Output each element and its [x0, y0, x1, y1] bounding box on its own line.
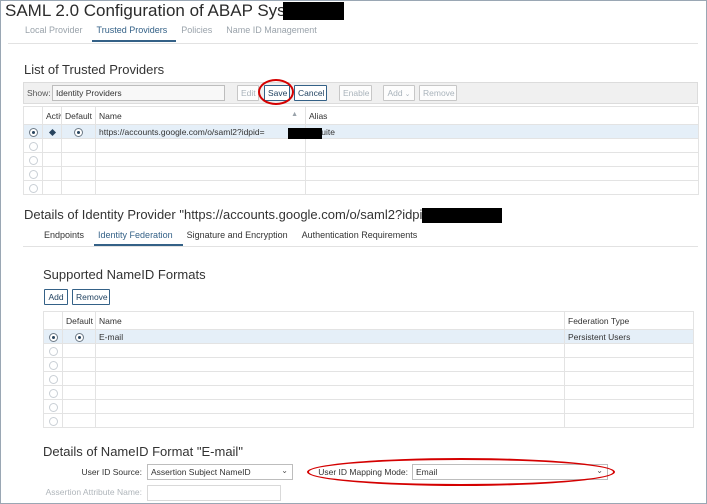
redacted-system-id — [283, 2, 344, 20]
trusted-providers-table: Active Default Name ▲ Alias https://accou… — [23, 106, 699, 195]
redacted-idpid-heading — [422, 208, 502, 223]
nameid-formats-table: Default Name Federation Type E-mail Pers… — [43, 311, 694, 428]
table-row[interactable] — [23, 138, 699, 153]
show-label: Show: — [27, 88, 51, 98]
redacted-idpid — [288, 128, 322, 139]
main-tab-bar: Local Provider Trusted Providers Policie… — [20, 22, 326, 44]
table-row[interactable] — [43, 343, 694, 358]
user-id-source-select[interactable]: Assertion Subject NameID ⌄ — [147, 464, 293, 480]
table-row[interactable] — [43, 357, 694, 372]
row-select-radio[interactable] — [28, 127, 38, 137]
nameid-formats-heading: Supported NameID Formats — [43, 267, 206, 282]
provider-alias-cell: GSuite — [305, 124, 699, 139]
page-title: SAML 2.0 Configuration of ABAP System: — [5, 1, 319, 20]
table-row[interactable] — [23, 166, 699, 181]
default-radio[interactable] — [74, 127, 83, 137]
federation-type-cell: Persistent Users — [564, 329, 694, 344]
cancel-button[interactable]: Cancel — [294, 85, 327, 101]
row-select-radio[interactable] — [28, 155, 38, 165]
row-select-radio[interactable] — [28, 141, 38, 151]
tab-signature-encryption[interactable]: Signature and Encryption — [183, 227, 298, 247]
assertion-attribute-name-label: Assertion Attribute Name: — [45, 487, 142, 497]
tab-policies[interactable]: Policies — [176, 22, 221, 44]
edit-button[interactable]: Edit — [237, 85, 259, 101]
table-row[interactable]: https://accounts.google.com/o/saml2?idpi… — [23, 124, 699, 139]
col-active[interactable]: Active — [42, 106, 62, 125]
table-row[interactable] — [43, 371, 694, 386]
table-header-row: Active Default Name ▲ Alias — [23, 106, 699, 125]
table-row[interactable] — [43, 399, 694, 414]
save-highlight-circle — [258, 79, 294, 105]
active-indicator-icon — [48, 128, 56, 136]
col-default[interactable]: Default — [62, 311, 96, 330]
nameid-add-button[interactable]: Add — [44, 289, 68, 305]
trusted-toolbar: Show: Identity Providers Edit Save Cance… — [23, 82, 698, 104]
tab-endpoints[interactable]: Endpoints — [40, 227, 94, 247]
add-label: Add — [387, 88, 403, 98]
table-row[interactable] — [23, 152, 699, 167]
tab-trusted-providers[interactable]: Trusted Providers — [91, 22, 177, 42]
detail-tab-bar: Endpoints Identity Federation Signature … — [40, 227, 427, 247]
tab-divider — [8, 43, 698, 44]
assertion-attribute-name-input[interactable] — [147, 485, 281, 501]
table-row[interactable] — [43, 413, 694, 428]
trusted-providers-heading: List of Trusted Providers — [24, 62, 165, 77]
idp-details-heading: Details of Identity Provider "https://ac… — [24, 207, 438, 222]
user-id-source-value: Assertion Subject NameID — [151, 467, 251, 477]
row-select-radio[interactable] — [48, 332, 58, 342]
row-select-radio[interactable] — [48, 388, 58, 398]
enable-button[interactable]: Enable — [339, 85, 372, 101]
tab-local-provider[interactable]: Local Provider — [20, 22, 92, 44]
nameid-format-details-heading: Details of NameID Format "E-mail" — [43, 444, 243, 459]
default-radio[interactable] — [74, 332, 84, 342]
user-id-source-label: User ID Source: — [81, 467, 142, 477]
col-alias[interactable]: Alias — [305, 106, 699, 125]
nameid-remove-button[interactable]: Remove — [72, 289, 110, 305]
row-select-radio[interactable] — [48, 402, 58, 412]
col-name-label: Name — [99, 110, 122, 121]
select-col-header — [43, 311, 63, 330]
select-col-header — [23, 106, 43, 125]
row-select-radio[interactable] — [48, 360, 58, 370]
table-row[interactable] — [23, 180, 699, 195]
tab-authentication-requirements[interactable]: Authentication Requirements — [298, 227, 428, 247]
sort-ascending-icon: ▲ — [291, 110, 298, 118]
provider-name-cell: https://accounts.google.com/o/saml2?idpi… — [95, 124, 306, 139]
show-select[interactable]: Identity Providers — [52, 85, 225, 101]
col-name[interactable]: Name — [95, 311, 565, 330]
detail-tab-divider — [23, 246, 698, 247]
row-select-radio[interactable] — [48, 346, 58, 356]
table-row[interactable] — [43, 385, 694, 400]
tab-name-id-management[interactable]: Name ID Management — [221, 22, 326, 44]
row-select-radio[interactable] — [48, 374, 58, 384]
col-default[interactable]: Default — [61, 106, 96, 125]
row-select-radio[interactable] — [28, 183, 38, 193]
add-dropdown-button[interactable]: Add ⌄ — [383, 85, 415, 101]
tab-identity-federation[interactable]: Identity Federation — [94, 227, 183, 246]
chevron-down-icon: ⌄ — [281, 466, 288, 475]
mapping-mode-highlight-ellipse — [307, 458, 615, 486]
chevron-down-icon: ⌄ — [404, 91, 411, 98]
col-name[interactable]: Name ▲ — [95, 106, 306, 125]
remove-button[interactable]: Remove — [419, 85, 457, 101]
nameid-name-cell: E-mail — [95, 329, 565, 344]
table-row[interactable]: E-mail Persistent Users — [43, 329, 694, 344]
row-select-radio[interactable] — [48, 416, 58, 426]
row-select-radio[interactable] — [28, 169, 38, 179]
table-header-row: Default Name Federation Type — [43, 311, 694, 330]
col-federation-type[interactable]: Federation Type — [564, 311, 694, 330]
